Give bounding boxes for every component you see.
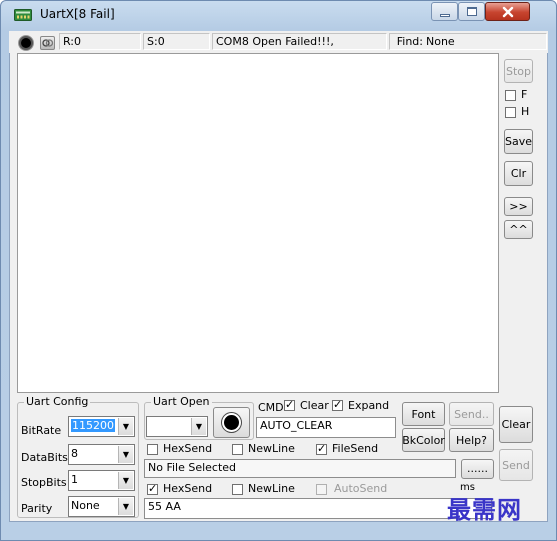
record-indicator-icon[interactable] [19,36,33,50]
find-label: Find: [396,35,423,48]
clear-label: Clear [300,399,329,412]
open-port-button[interactable] [213,407,250,438]
clear-button[interactable]: Clear [499,406,533,443]
collapse-panel-button[interactable]: ^^ [504,220,533,239]
h-checkbox[interactable] [505,107,516,118]
chevron-down-icon: ▼ [118,472,133,489]
status-bar: R:0 S:0 COM8 Open Failed!!!, Find: None [9,31,548,53]
uart-open-title: Uart Open [151,395,212,408]
close-button[interactable] [485,2,530,21]
expand-label: Expand [348,399,390,412]
uart-config-title: Uart Config [24,395,91,408]
expand-panel-button[interactable]: >> [504,197,533,216]
databits-label: DataBits [21,451,68,464]
cmd-checkbox[interactable] [284,398,295,411]
newline-file-checkbox[interactable] [232,444,243,455]
app-icon [14,8,32,22]
send-count: S:0 [143,33,210,50]
bitrate-value: 115200 [71,419,115,432]
save-button[interactable]: Save [504,129,533,154]
f-label: F [521,88,528,101]
autosend-label: AutoSend [334,482,388,495]
file-path-field[interactable]: No File Selected [144,459,456,478]
close-icon [502,6,514,18]
chevron-down-icon: ▼ [118,418,133,435]
parity-label: Parity [21,502,53,515]
port-state-icon [224,415,239,430]
stopbits-select[interactable]: 1 ▼ [68,470,135,491]
hexsend-checkbox[interactable] [147,482,158,495]
minimize-icon [440,14,450,17]
send-dots-button[interactable]: Send.. [449,402,494,426]
auto-clear-field[interactable]: AUTO_CLEAR [256,417,396,438]
chevron-down-icon: ▼ [118,498,133,515]
port-select[interactable]: ▼ [146,416,208,437]
title-bar[interactable]: UartX[8 Fail] [0,0,557,30]
bkcolor-button[interactable]: BkColor [402,428,445,452]
chevron-down-icon: ▼ [118,446,133,463]
autosend-checkbox[interactable] [316,484,327,495]
hexsend-file-checkbox[interactable] [147,444,158,455]
h-label: H [521,105,530,118]
stopbits-label: StopBits [21,476,67,489]
f-checkbox[interactable] [505,90,516,101]
find-value: None [426,35,455,48]
newline-checkbox[interactable] [232,484,243,495]
find-cell[interactable]: Find: None [389,33,547,50]
send-data-input[interactable]: 55 AA [144,498,492,519]
bitrate-label: BitRate [21,424,62,437]
hexsend-label: HexSend [163,482,213,495]
clear-checkbox[interactable] [332,398,343,411]
window-title: UartX[8 Fail] [40,7,115,21]
databits-value: 8 [71,447,78,460]
watermark-logo: 最需网 [447,495,522,524]
parity-value: None [71,499,100,512]
cmd-label: CMD [258,401,284,414]
stop-button[interactable]: Stop [504,59,533,83]
bitrate-select[interactable]: 115200 ▼ [68,416,135,437]
chevron-down-icon: ▼ [191,418,206,435]
receive-count: R:0 [59,33,141,50]
send-button[interactable]: Send [499,449,533,481]
filesend-label: FileSend [332,442,379,455]
receive-output-area[interactable] [17,53,499,393]
stopbits-value: 1 [71,473,78,486]
databits-select[interactable]: 8 ▼ [68,444,135,465]
parity-select[interactable]: None ▼ [68,496,135,517]
clr-button[interactable]: Clr [504,161,533,186]
maximize-button[interactable] [458,2,485,21]
minimize-button[interactable] [431,2,458,21]
newline-file-label: NewLine [248,442,295,455]
status-message: COM8 Open Failed!!!, [212,33,387,50]
filesend-checkbox[interactable] [316,442,327,455]
browse-file-button[interactable]: ...... [461,459,494,479]
help-button[interactable]: Help? [449,428,494,452]
font-button[interactable]: Font [402,402,445,426]
maximize-icon [467,7,477,16]
link-icon[interactable] [40,36,55,50]
newline-label: NewLine [248,482,295,495]
hexsend-file-label: HexSend [163,442,213,455]
